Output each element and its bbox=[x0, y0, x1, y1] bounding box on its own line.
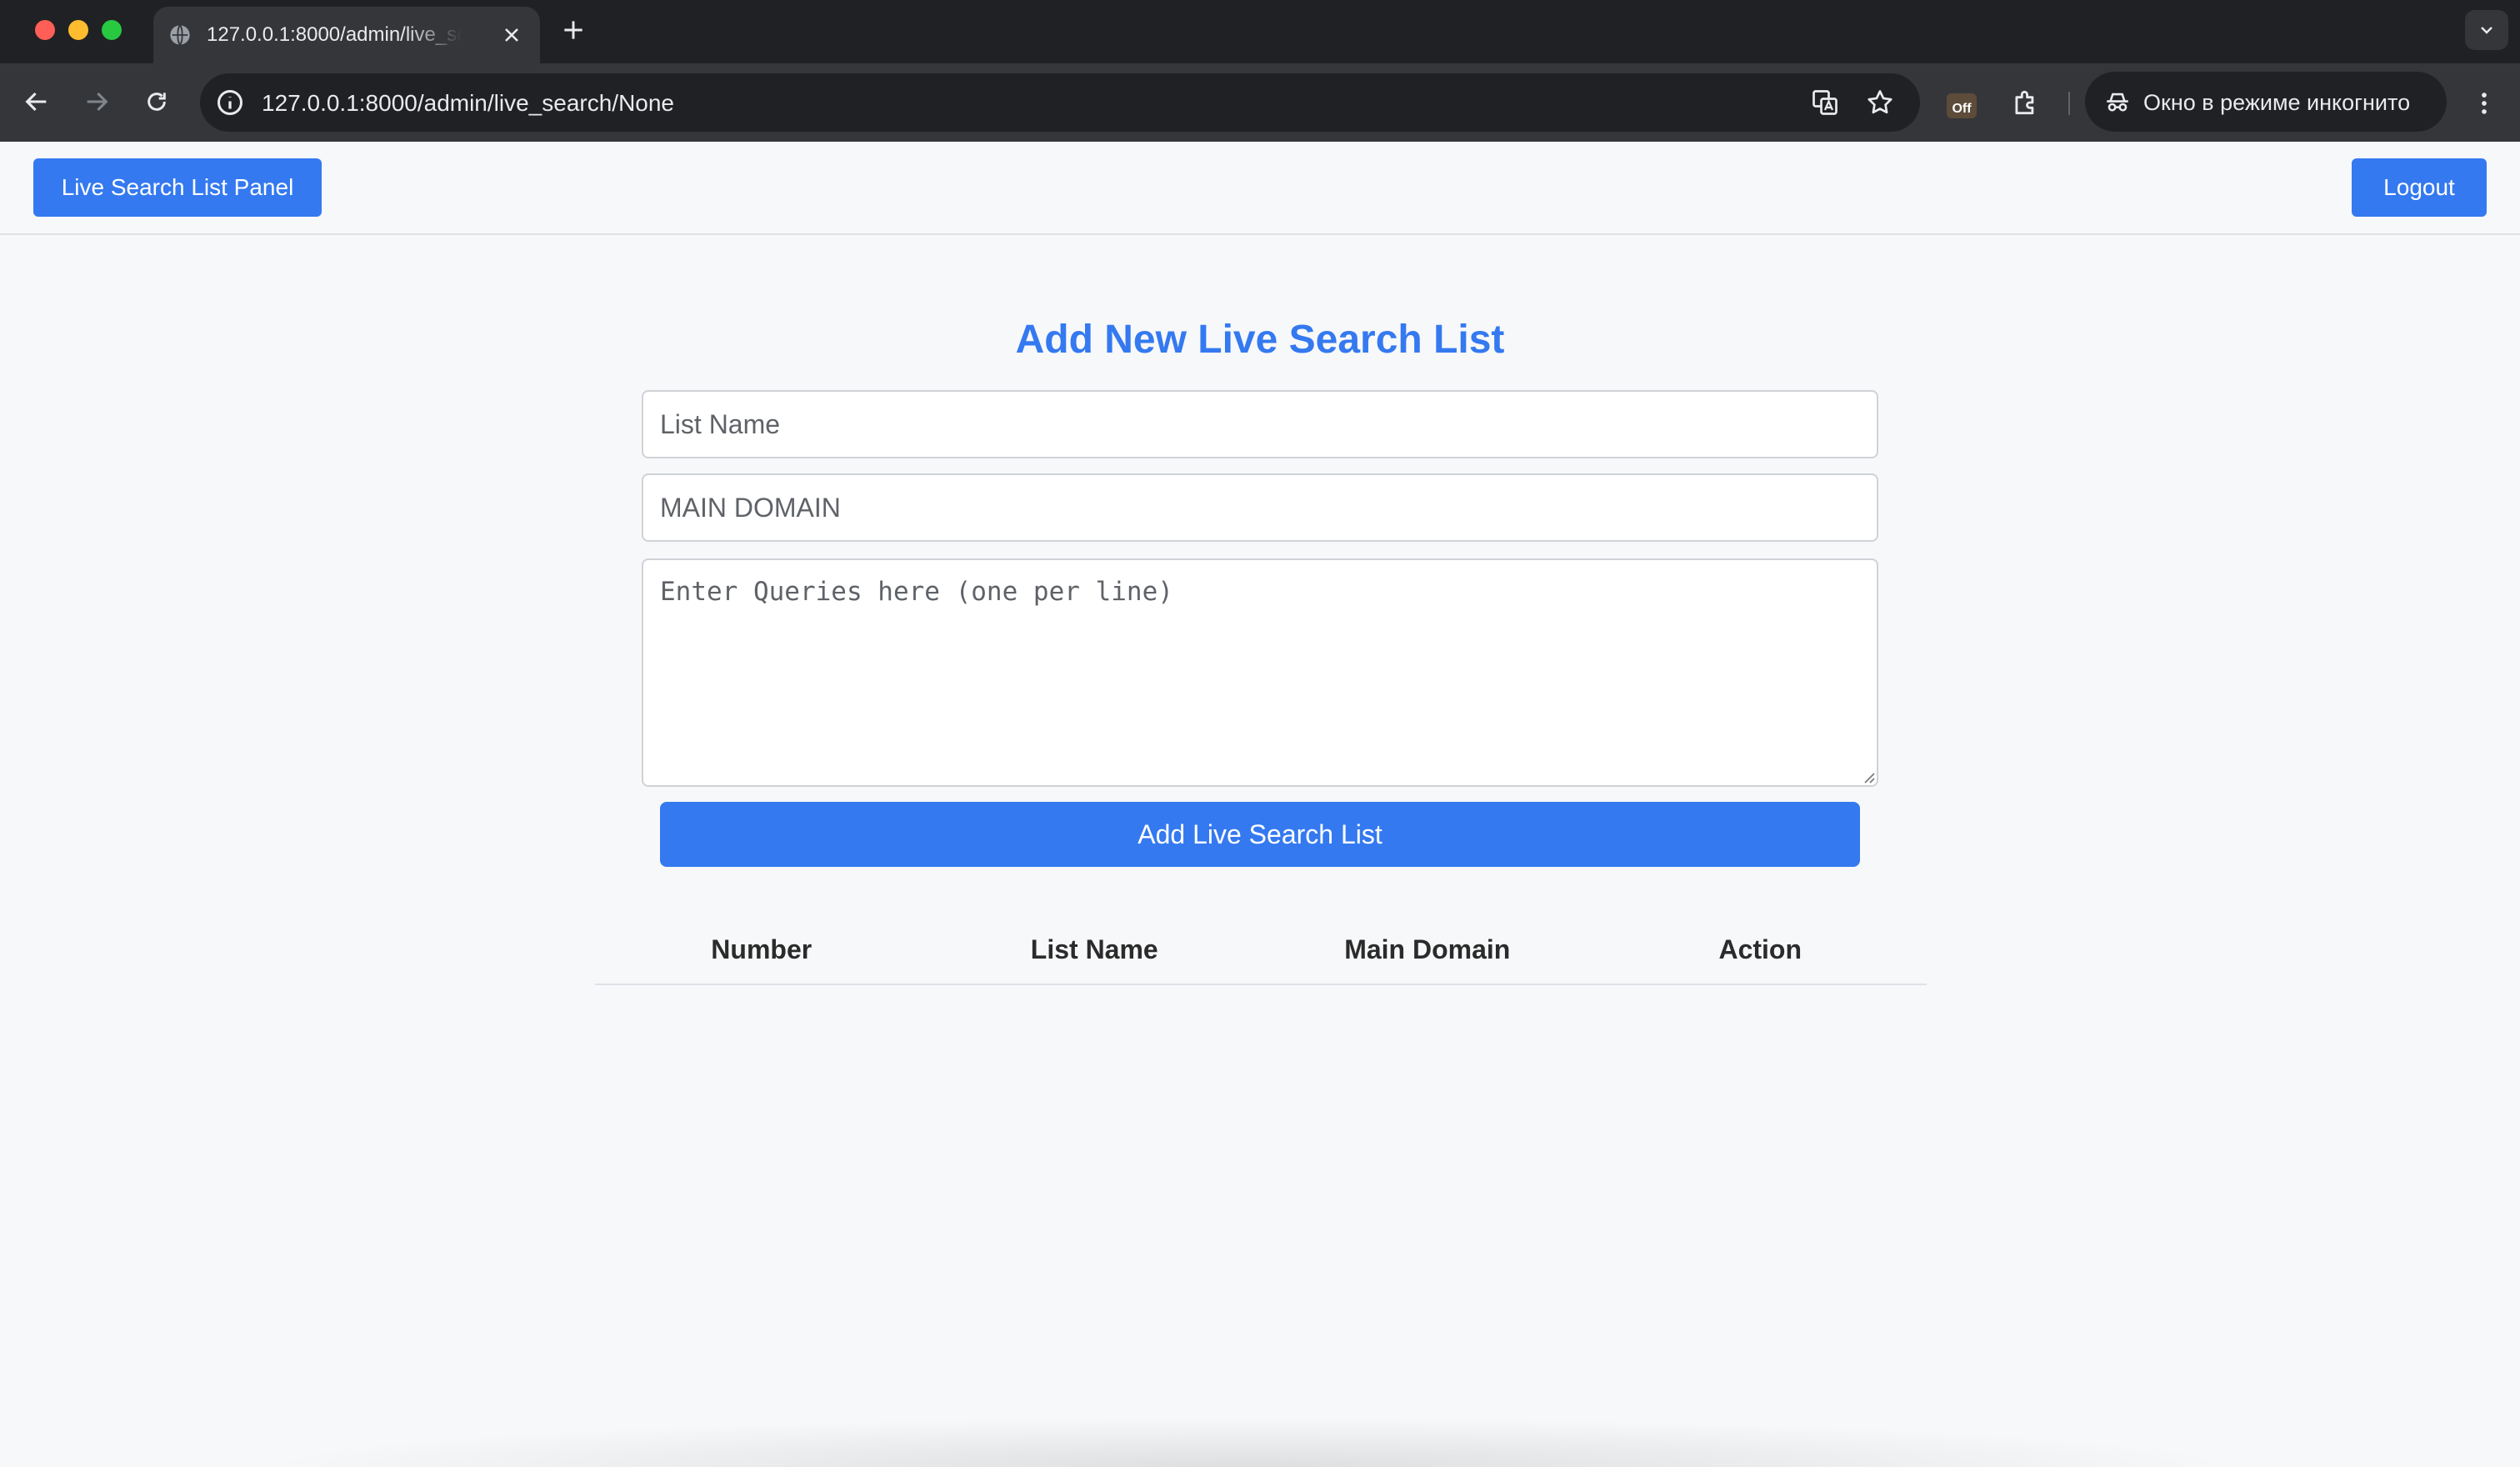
bookmark-star-icon[interactable] bbox=[1865, 88, 1895, 118]
live-search-lists-table: Number List Name Main Domain Action bbox=[595, 915, 1927, 985]
list-name-input[interactable] bbox=[642, 390, 1878, 458]
browser-tab-active[interactable]: 127.0.0.1:8000/admin/live_search/None bbox=[153, 7, 540, 63]
new-tab-icon[interactable] bbox=[560, 17, 587, 43]
live-search-list-panel-button[interactable]: Live Search List Panel bbox=[33, 158, 322, 217]
extensions-puzzle-icon[interactable] bbox=[2010, 87, 2042, 118]
column-header-list-name: List Name bbox=[1030, 934, 1158, 964]
column-header-number: Number bbox=[711, 934, 812, 964]
minimize-window-button[interactable] bbox=[68, 20, 88, 40]
resize-handle-icon[interactable] bbox=[1860, 769, 1875, 784]
add-live-search-list-button[interactable]: Add Live Search List bbox=[660, 802, 1860, 867]
table-header-row: Number List Name Main Domain Action bbox=[595, 915, 1927, 984]
zoom-window-button[interactable] bbox=[102, 20, 122, 40]
arrow-right-icon bbox=[87, 92, 108, 112]
reload-button[interactable] bbox=[140, 85, 173, 118]
back-button[interactable] bbox=[20, 85, 53, 118]
logout-button[interactable]: Logout bbox=[2352, 158, 2487, 217]
more-vert-icon[interactable] bbox=[2470, 87, 2498, 120]
top-navigation: Live Search List Panel Logout bbox=[0, 142, 2520, 235]
bottom-shadow bbox=[250, 1417, 2250, 1467]
globe-icon bbox=[170, 24, 190, 46]
tab-title: 127.0.0.1:8000/admin/live_search/None bbox=[207, 23, 490, 46]
column-header-main-domain: Main Domain bbox=[1344, 934, 1511, 964]
incognito-icon bbox=[2107, 93, 2128, 112]
browser-tab-strip: 127.0.0.1:8000/admin/live_search/None bbox=[0, 0, 2520, 63]
tab-search-button[interactable] bbox=[2465, 10, 2508, 50]
incognito-indicator[interactable]: Окно в режиме инкогнито bbox=[2085, 72, 2447, 132]
toolbar-separator bbox=[2068, 92, 2070, 115]
forward-button[interactable] bbox=[80, 85, 113, 118]
form-title: Add New Live Search List bbox=[1015, 318, 1505, 362]
main-domain-input[interactable] bbox=[642, 473, 1878, 542]
arrow-left-icon bbox=[25, 92, 47, 112]
page-content: Live Search List Panel Logout Add New Li… bbox=[0, 142, 2520, 1467]
extension-off-icon[interactable]: Off bbox=[1945, 88, 1978, 122]
url-text: 127.0.0.1:8000/admin/live_search/None bbox=[262, 90, 675, 116]
extension-badge-label: Off bbox=[1952, 102, 1972, 116]
reload-icon bbox=[148, 93, 166, 111]
browser-toolbar: 127.0.0.1:8000/admin/live_search/None Of… bbox=[0, 63, 2520, 142]
chevron-down-icon bbox=[2481, 27, 2492, 34]
column-header-action: Action bbox=[1718, 934, 1802, 964]
translate-icon[interactable] bbox=[1810, 88, 1840, 118]
address-bar[interactable]: 127.0.0.1:8000/admin/live_search/None bbox=[200, 73, 1920, 132]
close-window-button[interactable] bbox=[35, 20, 55, 40]
close-tab-icon[interactable] bbox=[500, 23, 523, 47]
info-icon[interactable] bbox=[215, 88, 245, 118]
queries-textarea[interactable] bbox=[642, 558, 1878, 787]
incognito-label: Окно в режиме инкогнито bbox=[2143, 90, 2411, 115]
